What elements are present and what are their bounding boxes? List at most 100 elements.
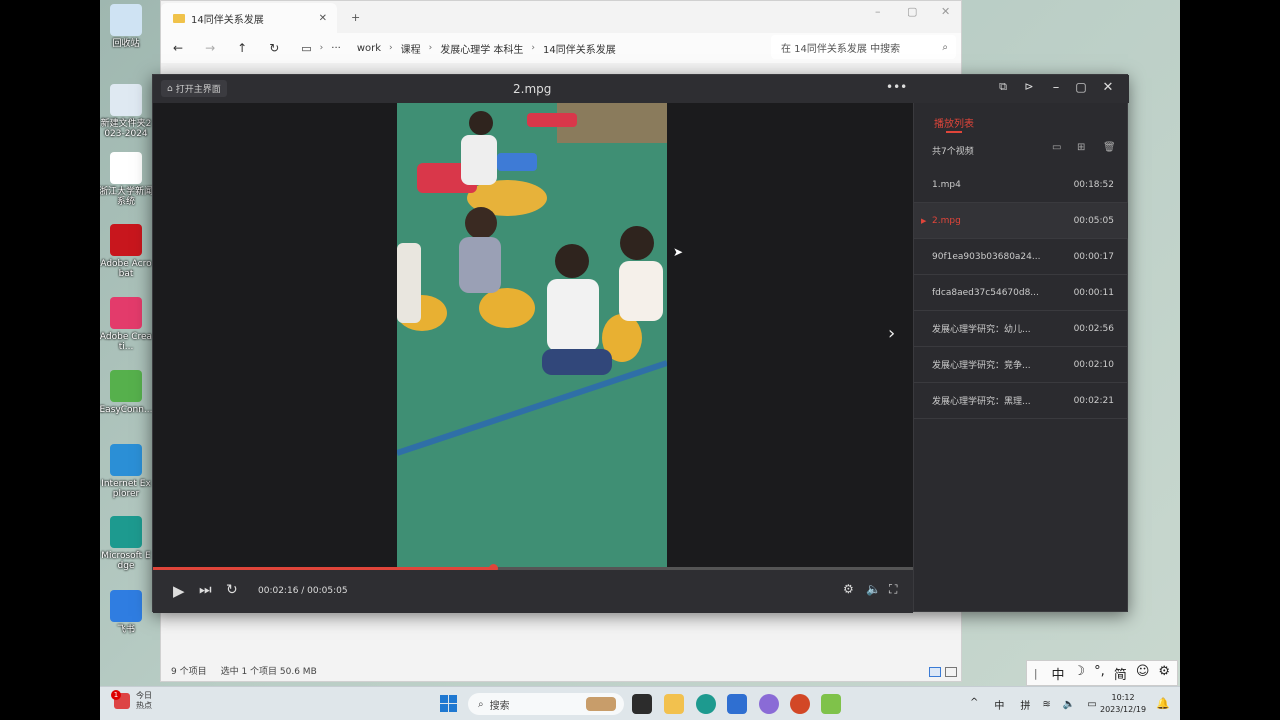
edge-icon <box>110 516 142 548</box>
video-player-icon[interactable] <box>821 694 841 714</box>
breadcrumb-item[interactable]: 课程 <box>401 41 421 56</box>
playlist-item[interactable]: 90f1ea903b03680a24... 00:00:17 <box>914 239 1128 275</box>
playlist-item-name: 发展心理学研究：黑理... <box>932 397 1031 407</box>
playlist-item-name: fdca8aed37c54670d8... <box>932 287 1039 298</box>
next-arrow-icon[interactable]: › <box>888 323 895 344</box>
windows-start-icon[interactable] <box>440 695 457 712</box>
playlist-item[interactable]: 1.mp4 00:18:52 <box>914 167 1128 203</box>
store-icon[interactable] <box>727 694 747 714</box>
delete-icon[interactable]: 🗑 <box>1103 142 1116 153</box>
playlist-item[interactable]: fdca8aed37c54670d8... 00:00:11 <box>914 275 1128 311</box>
video-frame <box>397 103 667 568</box>
ime-button[interactable]: 中 <box>1052 664 1065 683</box>
video-area[interactable]: › ➤ <box>153 103 913 568</box>
breadcrumb-item[interactable]: 14同伴关系发展 <box>543 41 616 56</box>
desktop-icon[interactable]: Microsoft Edge <box>100 516 153 571</box>
taskbar-search[interactable]: ⌕ 搜索 <box>468 693 624 715</box>
wifi-icon[interactable]: ≋ <box>1042 699 1050 710</box>
close-tab-icon[interactable]: ✕ <box>319 13 327 24</box>
chevron-right-icon: › <box>531 43 536 53</box>
refresh-icon[interactable]: ↻ <box>269 41 279 55</box>
battery-icon[interactable]: ▭ <box>1087 699 1096 710</box>
speaker-icon[interactable]: 🔈 <box>1063 699 1075 710</box>
maximize-icon[interactable]: ▢ <box>907 5 917 18</box>
minimize-icon[interactable]: – <box>1047 80 1065 95</box>
next-track-icon[interactable]: ⏭ <box>199 582 212 598</box>
easyconnect-icon <box>110 370 142 402</box>
settings-icon[interactable]: ⚙ <box>843 582 854 596</box>
chevron-right-icon: › <box>319 43 324 53</box>
more-options-icon[interactable]: ••• <box>886 80 907 94</box>
add-file-icon[interactable]: ⊞ <box>1077 142 1085 153</box>
desktop-icon[interactable]: 飞书 <box>100 590 153 635</box>
playlist-item[interactable]: ▶ 2.mpg 00:05:05 <box>914 203 1128 239</box>
search-icon: ⌕ <box>942 41 948 53</box>
ime-button[interactable]: °, <box>1094 664 1105 683</box>
maximize-icon[interactable]: ▢ <box>1072 80 1090 94</box>
pdf-icon <box>110 152 142 184</box>
desktop-icon[interactable]: Adobe Creati... <box>100 297 153 352</box>
explorer-tab[interactable]: 14同伴关系发展 ✕ <box>161 3 337 33</box>
playlist-item-duration: 00:02:56 <box>1073 323 1114 334</box>
desktop-icon-label: Adobe Creati... <box>100 332 153 352</box>
chevron-right-icon: › <box>428 43 433 53</box>
new-tab-button[interactable]: + <box>351 11 360 24</box>
ime-handle[interactable]: | <box>1034 667 1038 680</box>
clock[interactable]: 10:12 2023/12/19 <box>1100 692 1146 716</box>
playlist-item[interactable]: 发展心理学研究：黑理... 00:02:21 <box>914 383 1128 419</box>
tray-item[interactable]: 拼 <box>1020 697 1030 712</box>
taskbar-search-label: 搜索 <box>489 700 510 712</box>
task-view-icon[interactable] <box>632 694 652 714</box>
forward-arrow-icon[interactable]: → <box>205 41 215 55</box>
add-folder-icon[interactable]: ▭ <box>1052 142 1061 153</box>
breadcrumb-item[interactable]: work <box>357 43 381 54</box>
pin-icon[interactable]: ⊳ <box>1020 80 1038 93</box>
ime-button[interactable]: ☽ <box>1074 664 1086 683</box>
fullscreen-icon[interactable]: ⛶ <box>889 582 897 597</box>
ime-button[interactable]: ⚙ <box>1158 664 1170 683</box>
play-icon[interactable]: ▶ <box>173 582 185 600</box>
notification-bell-icon[interactable]: 🔔 <box>1156 697 1170 710</box>
desktop-icon[interactable]: EasyConn... <box>100 370 153 415</box>
news-widget[interactable]: 1 今日 热点 <box>111 690 152 711</box>
playlist-item[interactable]: 发展心理学研究：幼儿... 00:02:56 <box>914 311 1128 347</box>
open-home-button[interactable]: ⌂ 打开主界面 <box>161 80 227 97</box>
desktop-icon[interactable]: Internet Explorer <box>100 444 153 499</box>
tray-item[interactable]: 中 <box>994 697 1004 712</box>
breadcrumb-more[interactable]: ··· <box>331 43 341 54</box>
close-icon[interactable]: ✕ <box>941 5 950 18</box>
tray-item[interactable]: ^ <box>970 697 978 712</box>
ime-button[interactable]: 简 <box>1114 664 1127 683</box>
minimize-icon[interactable]: – <box>875 5 881 18</box>
tiles-view-icon[interactable] <box>945 667 957 677</box>
mini-mode-icon[interactable]: ⧉ <box>994 80 1012 94</box>
desktop-icon[interactable]: Adobe Acrobat <box>100 224 153 279</box>
playlist-item-duration: 00:02:21 <box>1073 395 1114 406</box>
details-view-icon[interactable] <box>929 667 941 677</box>
acrobat-icon <box>110 224 142 256</box>
playlist-item[interactable]: 发展心理学研究：竞争... 00:02:10 <box>914 347 1128 383</box>
close-icon[interactable]: ✕ <box>1099 80 1117 95</box>
desktop-icon[interactable]: 回收站 <box>100 4 153 49</box>
desktop-icon[interactable]: 新建文件夹2023-2024 <box>100 84 153 139</box>
copilot-icon[interactable] <box>759 694 779 714</box>
loop-icon[interactable]: ↻ <box>226 582 238 598</box>
volume-icon[interactable]: 🔈 <box>866 582 881 596</box>
back-arrow-icon[interactable]: ← <box>173 41 183 55</box>
playlist-item-name: 90f1ea903b03680a24... <box>932 251 1041 262</box>
desktop-icon-label: 浙江大学新闻系统 <box>100 187 154 207</box>
chevron-right-icon: › <box>389 43 393 53</box>
edge-icon[interactable] <box>696 694 716 714</box>
up-arrow-icon[interactable]: ↑ <box>237 41 247 55</box>
video-player-window: ⌂ 打开主界面 2.mpg ••• ⧉ ⊳ – ▢ ✕ › ➤ ▶ ⏭ ↻ 00… <box>152 74 1129 613</box>
ime-button[interactable]: ☺ <box>1136 664 1150 683</box>
computer-icon[interactable]: ▭ <box>301 42 311 55</box>
notification-badge: 1 <box>111 690 121 700</box>
breadcrumb-item[interactable]: 发展心理学 本科生 <box>440 41 523 56</box>
powerpoint-icon[interactable] <box>790 694 810 714</box>
playlist-tab[interactable]: 播放列表 <box>934 115 974 130</box>
file-explorer-icon[interactable] <box>664 694 684 714</box>
clock-date: 2023/12/19 <box>1100 705 1147 714</box>
desktop-icon[interactable]: 浙江大学新闻系统 <box>100 152 153 207</box>
search-input[interactable]: 在 14同伴关系发展 中搜索 ⌕ <box>771 35 956 59</box>
